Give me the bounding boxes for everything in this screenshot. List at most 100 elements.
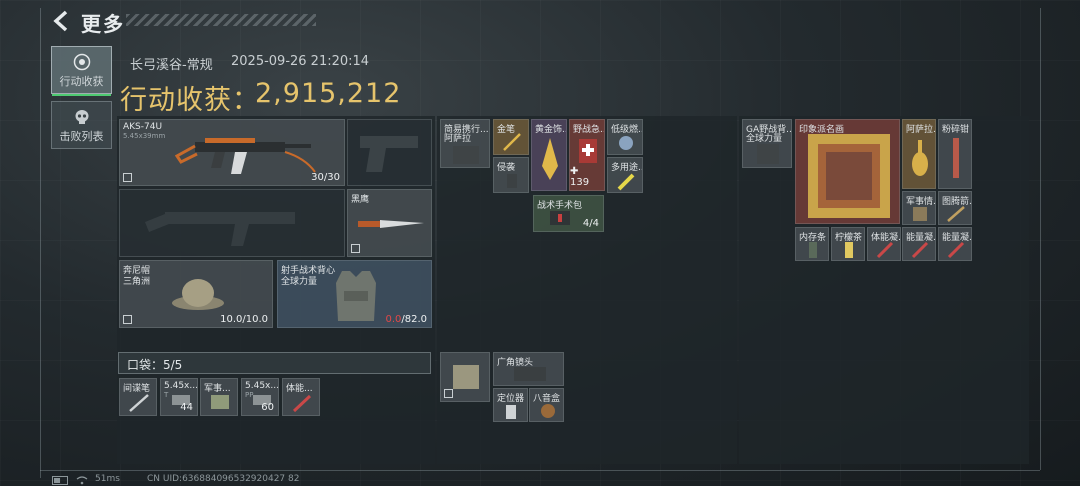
helmet-slot[interactable]: 奔尼帽 三角洲 10.0/10.0 [119,260,273,328]
lock-icon [444,389,453,398]
active-tab-indicator [52,94,111,96]
bp-item-stamina-gel[interactable]: 体能凝... [867,227,901,261]
item-name: 阿萨拉... [906,125,936,135]
bp-item-painting[interactable]: 印象派名画 [795,119,900,224]
pocket-item-4[interactable]: 5.45x... PP 60 [241,378,279,416]
backpack-slot[interactable]: GA野战背... 全球力量 [742,119,792,168]
case-icon [453,365,479,389]
pocket-item-2[interactable]: 5.45x... T 44 [160,378,198,416]
frame-bottom-line [40,470,1040,471]
melee-slot[interactable]: 黑鹰 [347,189,432,257]
bp-item-crusher[interactable]: 粉碎钳 [938,119,972,189]
tab-kills[interactable]: 击败列表 [51,101,112,149]
rifle-silhouette-icon [145,212,295,246]
rig-item-multitool[interactable]: 多用途... [607,157,643,193]
intel-doc-icon [913,207,927,221]
chest-rig-slot[interactable]: 简易携行... 阿萨拉 [440,119,490,168]
pocket-item-3[interactable]: 军事... [200,378,238,416]
vest-name-line2: 全球力量 [281,277,318,287]
item-count: 44 [180,402,193,413]
haul-label: 行动收获： [120,85,260,116]
lock-icon [351,244,360,253]
item-name: 5.45x... [245,381,279,391]
primary-weapon-slot[interactable]: AKS-74U 5.45x39mm 30/30 [119,119,345,186]
bp-item-totem-arrow[interactable]: 图腾箭... [938,191,972,225]
tab-loot[interactable]: 行动收获 [51,46,112,96]
item-name: 野战急... [573,125,604,135]
header-stripes [126,14,316,26]
painting-icon [808,134,890,218]
tab-kills-label: 击败列表 [59,130,104,143]
bp-item-memory[interactable]: 内存条 [795,227,829,261]
gold-ornament-icon [542,138,558,180]
camera-lens-icon [514,367,546,381]
pocket-header: 口袋：5/5 [118,352,431,374]
case-item-lens[interactable]: 广角镜头 [493,352,564,386]
item-name: 黄金饰... [535,125,566,135]
syringe-icon [911,241,929,259]
case-item-locator[interactable]: 定位器 [493,388,528,422]
bp-item-military-intel[interactable]: 军事情... [902,191,936,225]
rig-item-raid[interactable]: 侵袭 [493,157,529,193]
helmet-name-line2: 三角洲 [123,277,151,287]
loot-target-icon [73,53,90,71]
match-datetime: 2025-09-26 21:20:14 [231,54,370,69]
map-mode: 长弓溪谷-常规 [130,58,213,73]
flare-icon [617,173,635,191]
frame-right-line [1040,8,1041,470]
helmet-durability: 10.0/10.0 [220,314,268,325]
pocket-item-5[interactable]: 体能... [282,378,320,416]
wifi-icon [76,476,88,485]
skull-icon [75,110,88,124]
item-count: ✚ 139 [570,166,590,188]
syringe-icon [876,241,894,259]
rig-item-first-aid[interactable]: 野战急... ✚ 139 [569,119,605,191]
battery-icon [52,476,68,485]
item-name: 粉碎钳 [942,125,970,135]
item-sub: T [164,391,169,399]
pocket-item-1[interactable]: 间谍笔 [119,378,157,416]
tab-loot-label: 行动收获 [59,75,104,88]
rig-item-gold-pen[interactable]: 金笔 [493,119,529,155]
rig-item-surgery-kit[interactable]: 战术手术包 4/4 [533,195,604,232]
tea-bottle-icon [845,242,853,258]
gold-pen-icon [503,133,521,151]
knife-icon [358,220,424,228]
secondary-weapon-slot[interactable] [119,189,345,257]
case-item-music-box[interactable]: 八音盒 [529,388,564,422]
chevron-left-icon [53,10,68,32]
military-doc-icon [211,395,229,409]
safe-case-slot[interactable] [440,352,490,402]
bp-item-asala[interactable]: 阿萨拉... [902,119,936,189]
frame-left-line [40,8,41,478]
item-count: 4/4 [582,218,599,229]
first-aid-icon [579,139,597,163]
vest-durability: 0.0/82.0 [385,314,427,325]
back-button[interactable] [50,9,74,33]
memory-stick-icon [809,242,817,258]
bp-item-energy-gel-2[interactable]: 能量凝... [938,227,972,261]
ping-text: 51ms [95,474,120,484]
music-box-icon [541,404,555,418]
rifle-icon [175,138,316,174]
locator-icon [506,405,516,419]
uid-text: CN UID:636884096532920427 82 [147,474,300,484]
pistol-silhouette-icon [360,136,418,172]
item-count: 60 [261,402,274,413]
vest-slot[interactable]: 射手战术背心 全球力量 0.0/82.0 [277,260,432,328]
item-name: 5.45x... [164,381,198,391]
bp-item-lemon-tea[interactable]: 柠檬茶 [831,227,865,261]
haul-value: 2,915,212 [255,78,402,109]
melee-name: 黑鹰 [351,195,370,205]
fuel-can-icon [619,136,633,150]
sidearm-slot[interactable] [347,119,432,186]
lock-icon [123,315,132,324]
syringe-icon [947,241,965,259]
bp-item-energy-gel-1[interactable]: 能量凝... [902,227,936,261]
boonie-hat-icon [172,279,224,310]
backpack-icon [757,144,779,164]
vest-icon [336,271,376,321]
weapon-name: AKS-74U [123,122,163,132]
rig-item-fuel[interactable]: 低级燃... [607,119,643,155]
rig-item-gold-ornament[interactable]: 黄金饰... [531,119,567,191]
